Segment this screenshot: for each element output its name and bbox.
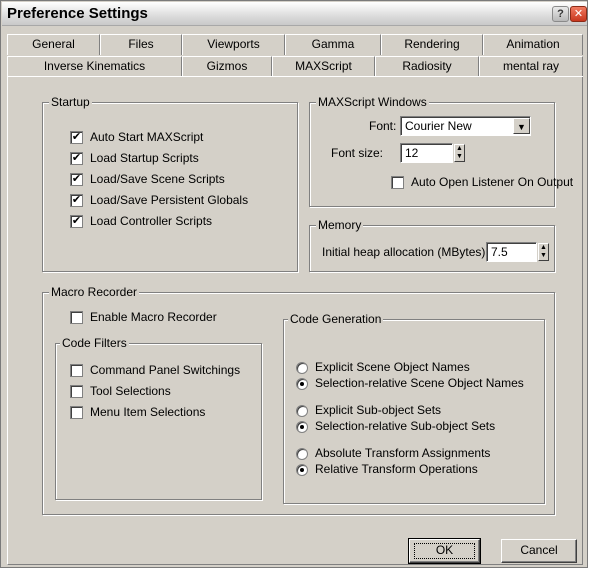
maxscript-windows-group: MAXScript Windows Font: Courier New ▼ Fo…: [309, 95, 573, 207]
checkbox-label: Auto Start MAXScript: [90, 130, 204, 144]
checkbox-label: Menu Item Selections: [90, 405, 206, 419]
help-button[interactable]: ?: [552, 6, 569, 22]
checkbox-label: Load/Save Scene Scripts: [90, 172, 225, 186]
font-size-spinner[interactable]: ▲ ▼: [454, 144, 465, 162]
close-button[interactable]: ✕: [570, 6, 587, 22]
focus-rect: [414, 543, 475, 559]
checkbox-label: Load Startup Scripts: [90, 151, 199, 165]
tab-row-2: Inverse Kinematics Gizmos MAXScript Radi…: [7, 56, 583, 77]
maxscript-windows-group-title: MAXScript Windows: [316, 95, 429, 109]
ok-button[interactable]: OK: [408, 538, 481, 564]
font-size-label: Font size:: [331, 146, 384, 160]
code-generation-group-title: Code Generation: [288, 312, 384, 326]
tab-gamma[interactable]: Gamma: [285, 34, 381, 55]
heap-allocation-spinner[interactable]: ▲ ▼: [538, 243, 549, 261]
tab-inverse-kinematics[interactable]: Inverse Kinematics: [7, 56, 182, 76]
checkbox-label: Load Controller Scripts: [90, 214, 213, 228]
radio-label: Selection-relative Scene Object Names: [315, 376, 524, 390]
tab-gizmos[interactable]: Gizmos: [182, 56, 272, 76]
radio-label: Relative Transform Operations: [315, 462, 478, 476]
window-title: Preference Settings: [7, 5, 148, 22]
font-label: Font:: [369, 119, 397, 133]
checkbox-box: [70, 385, 83, 398]
font-size-field[interactable]: 12: [400, 143, 453, 163]
radio-circle: [296, 405, 308, 417]
tab-mental-ray[interactable]: mental ray: [479, 56, 583, 76]
startup-group: Startup ✔ Auto Start MAXScript ✔ Load St…: [42, 95, 298, 272]
heap-allocation-label: Initial heap allocation (MBytes):: [322, 245, 489, 259]
spin-up-icon[interactable]: ▲: [539, 244, 548, 252]
memory-group: Memory Initial heap allocation (MBytes):…: [309, 218, 555, 272]
checkbox-label: Enable Macro Recorder: [90, 310, 217, 324]
checkbox-box: ✔: [70, 131, 83, 144]
maxscript-tab-page: Startup ✔ Auto Start MAXScript ✔ Load St…: [7, 77, 583, 565]
title-bar[interactable]: Preference Settings ? ✕: [2, 2, 587, 26]
chevron-down-icon[interactable]: ▼: [513, 118, 530, 134]
macro-recorder-group: Macro Recorder Enable Macro Recorder Cod…: [42, 285, 555, 515]
font-dropdown[interactable]: Courier New: [400, 116, 531, 136]
tab-general[interactable]: General: [7, 34, 100, 55]
cancel-button-label: Cancel: [520, 543, 558, 557]
checkbox-box: ✔: [70, 152, 83, 165]
spin-down-icon[interactable]: ▼: [455, 153, 464, 161]
checkbox-box: [70, 364, 83, 377]
checkbox-label: Command Panel Switchings: [90, 363, 241, 377]
macro-recorder-group-title: Macro Recorder: [49, 285, 140, 299]
checkbox-label: Load/Save Persistent Globals: [90, 193, 249, 207]
radio-label: Explicit Sub-object Sets: [315, 403, 442, 417]
checkbox-label: Tool Selections: [90, 384, 171, 398]
checkbox-box: [70, 406, 83, 419]
checkbox-box: ✔: [70, 215, 83, 228]
startup-group-title: Startup: [49, 95, 92, 109]
code-filters-group-title: Code Filters: [60, 336, 129, 350]
tab-viewports[interactable]: Viewports: [182, 34, 285, 55]
checkbox-box: [70, 311, 83, 324]
spin-up-icon[interactable]: ▲: [455, 145, 464, 153]
radio-label: Selection-relative Sub-object Sets: [315, 419, 496, 433]
radio-circle: [296, 362, 308, 374]
checkbox-box: ✔: [70, 173, 83, 186]
code-filters-group: Code Filters Command Panel Switchings To…: [55, 336, 262, 500]
checkbox-box: ✔: [70, 194, 83, 207]
heap-allocation-field[interactable]: 7.5: [486, 242, 537, 262]
tab-animation[interactable]: Animation: [483, 34, 583, 55]
radio-circle: [296, 378, 308, 390]
spin-down-icon[interactable]: ▼: [539, 252, 548, 260]
cancel-button[interactable]: Cancel: [501, 539, 577, 563]
tab-rendering[interactable]: Rendering: [381, 34, 483, 55]
radio-label: Explicit Scene Object Names: [315, 360, 470, 374]
checkbox-box: [391, 176, 404, 189]
radio-circle: [296, 448, 308, 460]
tab-files[interactable]: Files: [100, 34, 182, 55]
radio-circle: [296, 464, 308, 476]
checkbox-label: Auto Open Listener On Output: [411, 175, 574, 189]
radio-circle: [296, 421, 308, 433]
tab-row-1: General Files Viewports Gamma Rendering …: [7, 34, 583, 55]
memory-group-title: Memory: [316, 218, 364, 232]
preference-settings-dialog: Preference Settings ? ✕ General Files Vi…: [0, 0, 588, 568]
code-generation-group: Code Generation Explicit Scene Object Na…: [283, 312, 545, 504]
tab-maxscript[interactable]: MAXScript: [272, 56, 375, 76]
radio-label: Absolute Transform Assignments: [315, 446, 491, 460]
tab-radiosity[interactable]: Radiosity: [375, 56, 479, 76]
